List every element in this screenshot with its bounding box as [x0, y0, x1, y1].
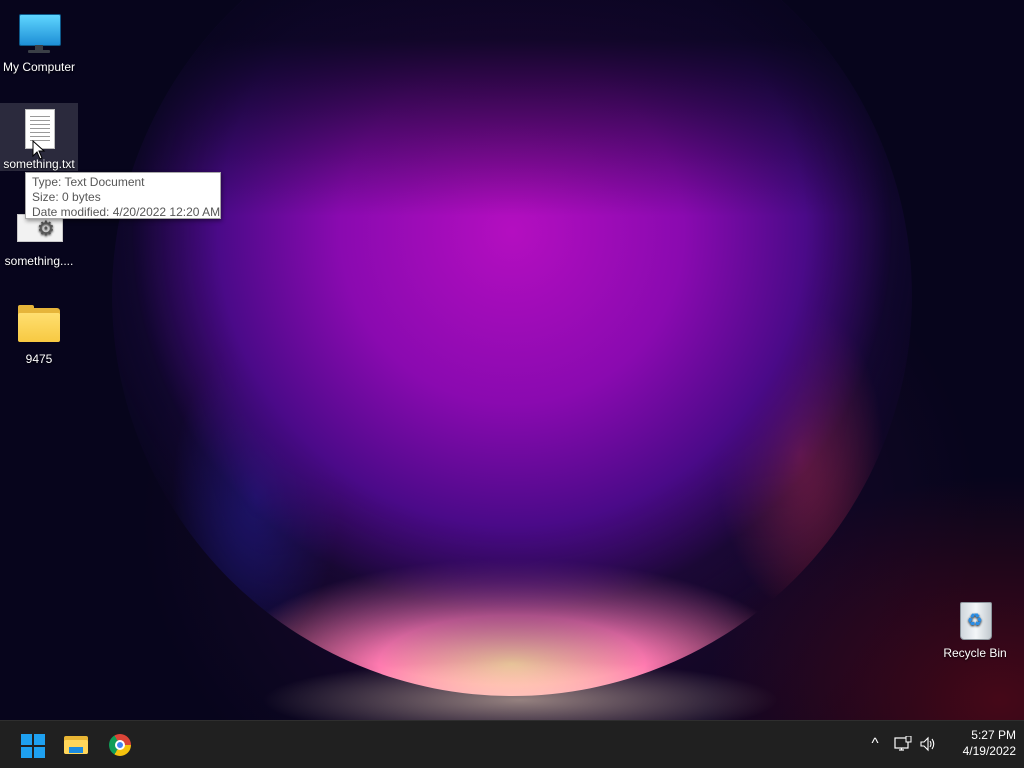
tooltip-size: Size: 0 bytes — [32, 190, 101, 204]
clock-time: 5:27 PM — [971, 728, 1016, 742]
show-hidden-icons-chevron-icon[interactable]: ^ — [864, 733, 886, 755]
desktop-icon-folder-9475[interactable]: 9475 — [0, 298, 78, 368]
desktop-icon-label: Recycle Bin — [943, 646, 1007, 660]
tooltip-type: Type: Text Document — [32, 175, 145, 189]
desktop-icon-label: My Computer — [2, 60, 76, 74]
desktop-icon-my-computer[interactable]: My Computer — [0, 6, 78, 76]
taskbar-chrome[interactable] — [100, 725, 140, 765]
recycle-bin-icon: ♻ — [951, 596, 999, 644]
folder-icon — [15, 302, 63, 350]
desktop-icon-something-txt[interactable]: something.txt — [0, 103, 78, 171]
desktop-icon-label: 9475 — [25, 352, 53, 366]
volume-icon[interactable] — [917, 733, 939, 755]
desktop-icon-recycle-bin[interactable]: ♻ Recycle Bin — [936, 592, 1014, 662]
monitor-icon — [15, 10, 63, 58]
desktop-icon-label: something.... — [4, 254, 74, 268]
windows-start-icon — [21, 734, 45, 758]
mouse-cursor-icon — [32, 140, 46, 160]
taskbar: ^ 5:27 PM 4/19/2022 — [0, 720, 1024, 768]
taskbar-clock[interactable]: 5:27 PM 4/19/2022 — [940, 727, 1016, 759]
desktop[interactable]: My Computer something.txt ⚙ something...… — [0, 0, 1024, 720]
file-info-tooltip: Type: Text Document Size: 0 bytes Date m… — [25, 172, 221, 219]
taskbar-file-explorer[interactable] — [56, 725, 96, 765]
network-icon[interactable] — [892, 733, 914, 755]
start-button[interactable] — [12, 725, 52, 765]
clock-date: 4/19/2022 — [962, 744, 1016, 758]
tooltip-date-modified: Date modified: 4/20/2022 12:20 AM — [32, 205, 221, 219]
